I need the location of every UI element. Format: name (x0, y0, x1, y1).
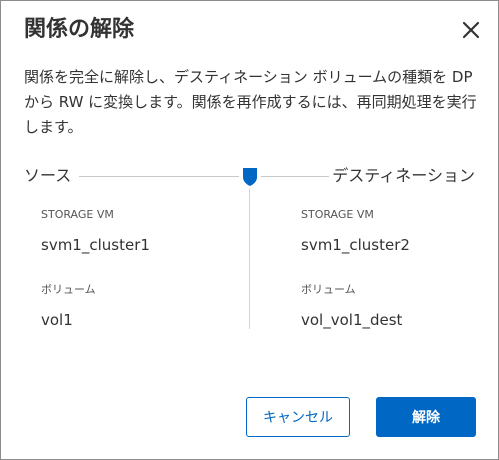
break-relationship-dialog: 関係の解除 関係を完全に解除し、デスティネーション ボリュームの種類を DP か… (0, 0, 499, 460)
source-storage-vm-label: STORAGE VM (41, 208, 114, 221)
relationship-line-right (261, 176, 329, 177)
destination-volume-label: ボリューム (301, 283, 356, 296)
source-details: STORAGE VM svm1_cluster1 ボリューム vol1 (41, 207, 231, 331)
source-label: ソース (24, 166, 72, 185)
cancel-button[interactable]: キャンセル (246, 397, 350, 437)
break-button[interactable]: 解除 (376, 397, 476, 437)
destination-storage-vm-label: STORAGE VM (301, 208, 374, 221)
shield-icon (243, 168, 257, 186)
source-volume-value: vol1 (41, 311, 73, 329)
close-button[interactable] (460, 19, 482, 41)
column-divider (249, 189, 250, 329)
relationship-header: ソース デスティネーション (1, 163, 498, 189)
destination-volume-value: vol_vol1_dest (301, 311, 403, 329)
destination-storage-vm-value: svm1_cluster2 (301, 236, 410, 254)
source-storage-vm-value: svm1_cluster1 (41, 236, 150, 254)
dialog-description: 関係を完全に解除し、デスティネーション ボリュームの種類を DP から RW に… (24, 68, 477, 136)
source-volume-label: ボリューム (41, 283, 96, 296)
relationship-line-left (79, 176, 239, 177)
destination-label: デスティネーション (332, 166, 475, 185)
dialog-title: 関係の解除 (24, 17, 135, 42)
destination-details: STORAGE VM svm1_cluster2 ボリューム vol_vol1_… (301, 207, 491, 331)
close-icon (462, 21, 480, 39)
